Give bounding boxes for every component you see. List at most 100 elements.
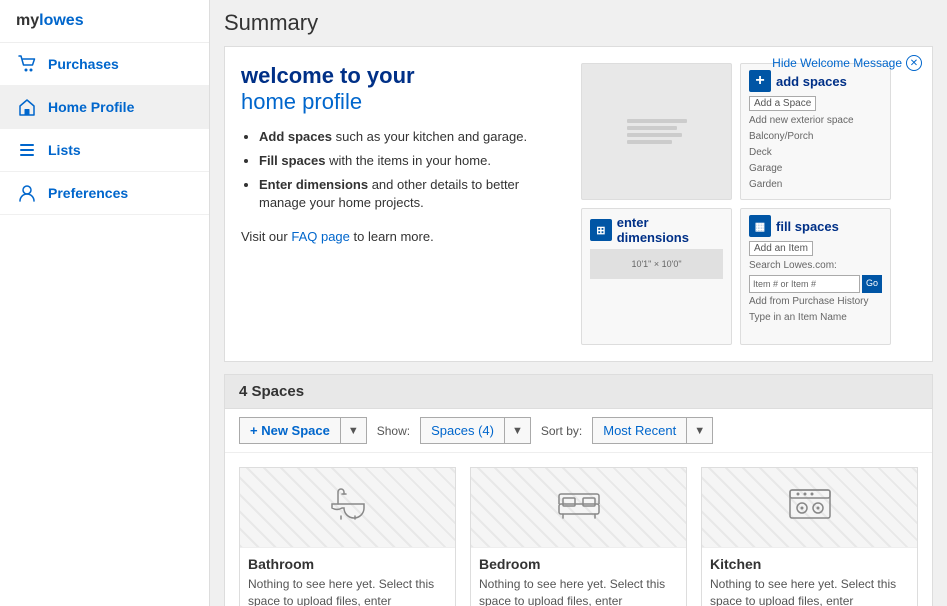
bedroom-title: Bedroom — [471, 548, 686, 576]
space-card-kitchen[interactable]: Kitchen Nothing to see here yet. Select … — [701, 467, 918, 606]
sort-value: Most Recent — [593, 418, 687, 443]
plus-icon-box: + — [749, 70, 771, 92]
screenshot-line — [627, 133, 682, 137]
new-space-chevron-icon: ▼ — [341, 420, 366, 442]
new-space-label: + New Space — [240, 418, 341, 443]
add-space-list: Add new exterior space Balcony/Porch Dec… — [749, 113, 882, 193]
brand-my: my — [16, 12, 39, 29]
bullet-fill-spaces: Fill spaces with the items in your home. — [259, 152, 561, 170]
close-icon: ✕ — [906, 55, 922, 71]
list-item: Garden — [749, 177, 882, 193]
fill-space-list: Search Lowes.com: Item # or Item # Go Ad… — [749, 258, 882, 326]
sort-label: Sort by: — [541, 424, 582, 438]
welcome-illustration: + add spaces Add a Space Add new exterio… — [581, 63, 891, 345]
brand: mylowes — [0, 0, 209, 43]
kitchen-title: Kitchen — [702, 548, 917, 576]
spaces-header: 4 Spaces — [225, 375, 932, 409]
enter-dimensions-label: enter dimensions — [617, 215, 723, 245]
spaces-toolbar: + New Space ▼ Show: Spaces (4) ▼ Sort by… — [225, 409, 932, 453]
welcome-text: welcome to your home profile Add spaces … — [241, 63, 561, 345]
welcome-panel: Hide Welcome Message ✕ welcome to your h… — [224, 46, 933, 362]
show-filter-dropdown[interactable]: Spaces (4) ▼ — [420, 417, 531, 444]
sidebar-label-home-profile: Home Profile — [48, 99, 134, 115]
show-value: Spaces (4) — [421, 418, 505, 443]
search-field: Item # or Item # — [749, 275, 860, 293]
dimensions-text: 10'1" × 10'0" — [631, 259, 681, 269]
enter-dimensions-card: ⊞ enter dimensions 10'1" × 10'0" — [581, 208, 732, 345]
type-item-name: Type in an Item Name — [749, 310, 882, 326]
bullet-enter-dimensions: Enter dimensions and other details to be… — [259, 176, 561, 212]
hide-welcome-button[interactable]: Hide Welcome Message ✕ — [772, 55, 922, 71]
person-icon — [16, 182, 38, 204]
add-item-dropdown: Add an Item — [749, 241, 813, 256]
space-card-bathroom[interactable]: Bathroom Nothing to see here yet. Select… — [239, 467, 456, 606]
spaces-section: 4 Spaces + New Space ▼ Show: Spaces (4) … — [224, 374, 933, 606]
list-item: Garage — [749, 161, 882, 177]
bullet-add-spaces: Add spaces such as your kitchen and gara… — [259, 128, 561, 146]
enter-dimensions-title: ⊞ enter dimensions — [590, 215, 723, 245]
kitchen-desc: Nothing to see here yet. Select this spa… — [702, 576, 917, 606]
fill-spaces-label: fill spaces — [776, 219, 839, 234]
spaces-cards: Bathroom Nothing to see here yet. Select… — [225, 453, 932, 606]
space-card-bedroom[interactable]: Bedroom Nothing to see here yet. Select … — [470, 467, 687, 606]
screenshot-line — [627, 126, 677, 130]
cart-icon — [16, 53, 38, 75]
sidebar-label-purchases: Purchases — [48, 56, 119, 72]
sidebar-label-preferences: Preferences — [48, 185, 128, 201]
fill-space-row: Add an Item — [749, 241, 882, 256]
bedroom-image — [471, 468, 686, 548]
go-button: Go — [862, 275, 882, 293]
lists-icon — [16, 139, 38, 161]
add-space-row: Add a Space — [749, 96, 882, 111]
faq-prefix: Visit our — [241, 229, 291, 244]
sidebar-item-purchases[interactable]: Purchases — [0, 43, 209, 86]
fill-icon-box: ▦ — [749, 215, 771, 237]
list-item: Add new exterior space — [749, 113, 882, 129]
bathtub-icon — [328, 486, 368, 529]
screenshot-line — [627, 140, 672, 144]
add-from-purchase: Add from Purchase History — [749, 294, 882, 310]
add-space-dropdown: Add a Space — [749, 96, 816, 111]
dimensions-preview: 10'1" × 10'0" — [590, 249, 723, 279]
show-label: Show: — [377, 424, 410, 438]
add-spaces-label: add spaces — [776, 74, 847, 89]
screenshot-line — [627, 119, 687, 123]
welcome-faq: Visit our FAQ page to learn more. — [241, 229, 561, 244]
faq-link[interactable]: FAQ page — [291, 229, 350, 244]
welcome-heading: welcome to your home profile — [241, 63, 561, 116]
bathroom-title: Bathroom — [240, 548, 455, 576]
kitchen-image — [702, 468, 917, 548]
list-item: Balcony/Porch — [749, 129, 882, 145]
search-row: Item # or Item # Go — [749, 275, 882, 293]
show-chevron-icon: ▼ — [505, 420, 530, 442]
list-item: Deck — [749, 145, 882, 161]
brand-lowes: lowes — [39, 12, 83, 29]
bathroom-image — [240, 468, 455, 548]
bathroom-desc: Nothing to see here yet. Select this spa… — [240, 576, 455, 606]
sidebar-item-home-profile[interactable]: Home Profile — [0, 86, 209, 129]
search-lowes: Search Lowes.com: — [749, 258, 882, 274]
welcome-bullets: Add spaces such as your kitchen and gara… — [241, 128, 561, 213]
sidebar-label-lists: Lists — [48, 142, 81, 158]
home-icon — [16, 96, 38, 118]
fill-spaces-card: ▦ fill spaces Add an Item Search Lowes.c… — [740, 208, 891, 345]
bedroom-desc: Nothing to see here yet. Select this spa… — [471, 576, 686, 606]
fill-spaces-title: ▦ fill spaces — [749, 215, 882, 237]
faq-suffix: to learn more. — [350, 229, 434, 244]
screenshot-placeholder — [581, 63, 732, 200]
main-content: Summary Hide Welcome Message ✕ welcome t… — [210, 0, 947, 606]
sidebar-item-preferences[interactable]: Preferences — [0, 172, 209, 215]
sort-dropdown[interactable]: Most Recent ▼ — [592, 417, 713, 444]
stove-icon — [788, 486, 832, 530]
add-spaces-title: + add spaces — [749, 70, 882, 92]
add-spaces-card: + add spaces Add a Space Add new exterio… — [740, 63, 891, 200]
sort-chevron-icon: ▼ — [687, 420, 712, 442]
sidebar-item-lists[interactable]: Lists — [0, 129, 209, 172]
sidebar: mylowes Purchases Home Profile — [0, 0, 210, 606]
welcome-line1: welcome to your — [241, 63, 415, 88]
welcome-line2: home profile — [241, 89, 362, 114]
screenshot-lines — [627, 119, 687, 144]
bed-icon — [557, 488, 601, 528]
dimensions-icon-box: ⊞ — [590, 219, 612, 241]
new-space-button[interactable]: + New Space ▼ — [239, 417, 367, 444]
